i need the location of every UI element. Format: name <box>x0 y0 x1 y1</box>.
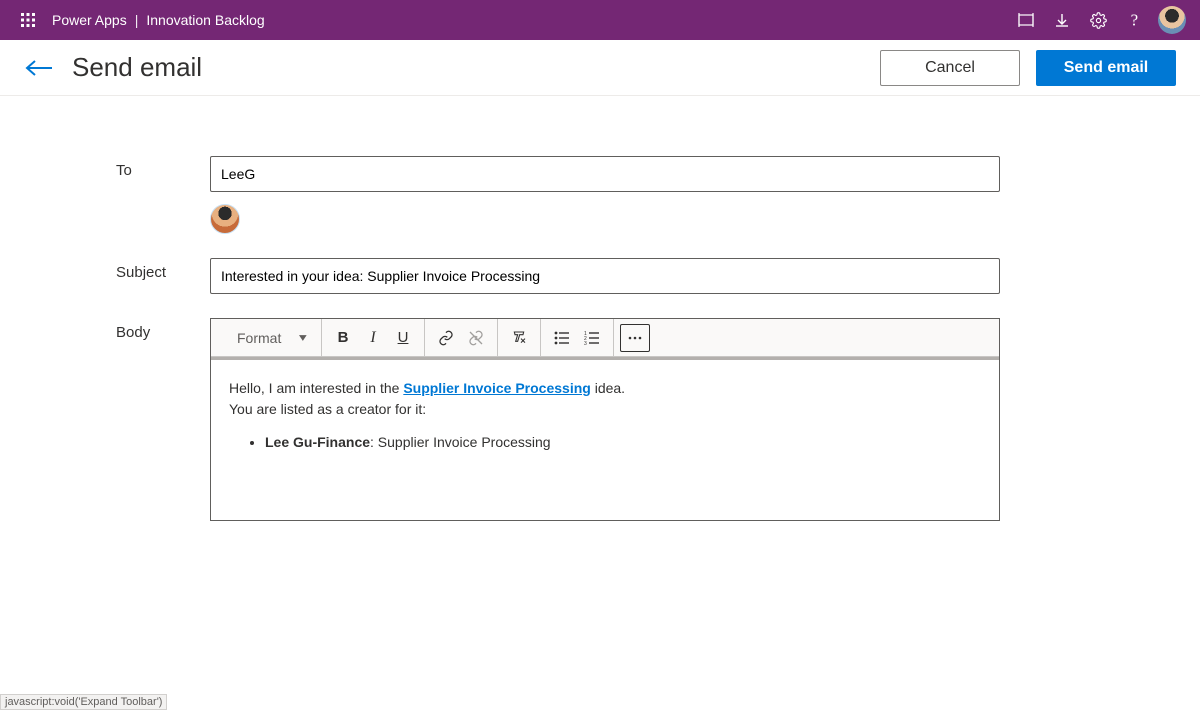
title-separator: | <box>135 12 139 28</box>
clear-format-button[interactable] <box>504 324 534 352</box>
subject-row: Subject <box>0 258 1200 318</box>
number-list-button[interactable]: 123 <box>577 324 607 352</box>
recipient-avatar[interactable] <box>210 204 240 234</box>
send-email-button[interactable]: Send email <box>1036 50 1176 86</box>
body-bullet: Lee Gu-Finance: Supplier Invoice Process… <box>265 432 981 453</box>
app-name: Innovation Backlog <box>146 12 264 28</box>
expand-toolbar-button[interactable] <box>620 324 650 352</box>
bold-button[interactable]: B <box>328 324 358 352</box>
subject-label: Subject <box>0 258 210 294</box>
body-label: Body <box>0 318 210 521</box>
back-arrow-icon[interactable] <box>24 48 64 88</box>
body-line1-suffix: idea. <box>591 380 625 396</box>
idea-link[interactable]: Supplier Invoice Processing <box>403 380 591 396</box>
body-row: Body Format B I U <box>0 318 1200 545</box>
email-form: To Subject Body Format <box>0 96 1200 545</box>
settings-icon[interactable] <box>1080 0 1116 40</box>
app-launcher-icon[interactable] <box>8 0 48 40</box>
svg-text:3: 3 <box>584 341 587 345</box>
bullet-rest: : Supplier Invoice Processing <box>370 434 551 450</box>
product-name: Power Apps <box>52 12 127 28</box>
download-icon[interactable] <box>1044 0 1080 40</box>
to-label: To <box>0 156 210 234</box>
to-row: To <box>0 156 1200 258</box>
status-bar: javascript:void('Expand Toolbar') <box>0 694 167 710</box>
link-button[interactable] <box>431 324 461 352</box>
page-header: Send email Cancel Send email <box>0 40 1200 96</box>
unlink-button <box>461 324 491 352</box>
global-header: Power Apps | Innovation Backlog ? <box>0 0 1200 40</box>
format-dropdown[interactable]: Format <box>225 330 315 346</box>
format-dropdown-label: Format <box>237 330 281 346</box>
page-title: Send email <box>72 52 864 83</box>
app-title: Power Apps | Innovation Backlog <box>52 12 265 28</box>
body-line1-prefix: Hello, I am interested in the <box>229 380 403 396</box>
user-avatar[interactable] <box>1158 6 1186 34</box>
italic-button[interactable]: I <box>358 324 388 352</box>
bullet-bold: Lee Gu-Finance <box>265 434 370 450</box>
body-editor[interactable]: Hello, I am interested in the Supplier I… <box>211 360 999 520</box>
subject-input[interactable] <box>210 258 1000 294</box>
body-line2: You are listed as a creator for it: <box>229 399 981 420</box>
help-icon[interactable]: ? <box>1116 0 1152 40</box>
rte-toolbar: Format B I U <box>211 319 999 357</box>
svg-text:?: ? <box>1131 11 1138 29</box>
bullet-list-button[interactable] <box>547 324 577 352</box>
rich-text-editor: Format B I U <box>210 318 1000 521</box>
chevron-down-icon <box>299 335 307 341</box>
fit-to-screen-icon[interactable] <box>1008 0 1044 40</box>
to-input[interactable] <box>210 156 1000 192</box>
cancel-button[interactable]: Cancel <box>880 50 1020 86</box>
underline-button[interactable]: U <box>388 324 418 352</box>
